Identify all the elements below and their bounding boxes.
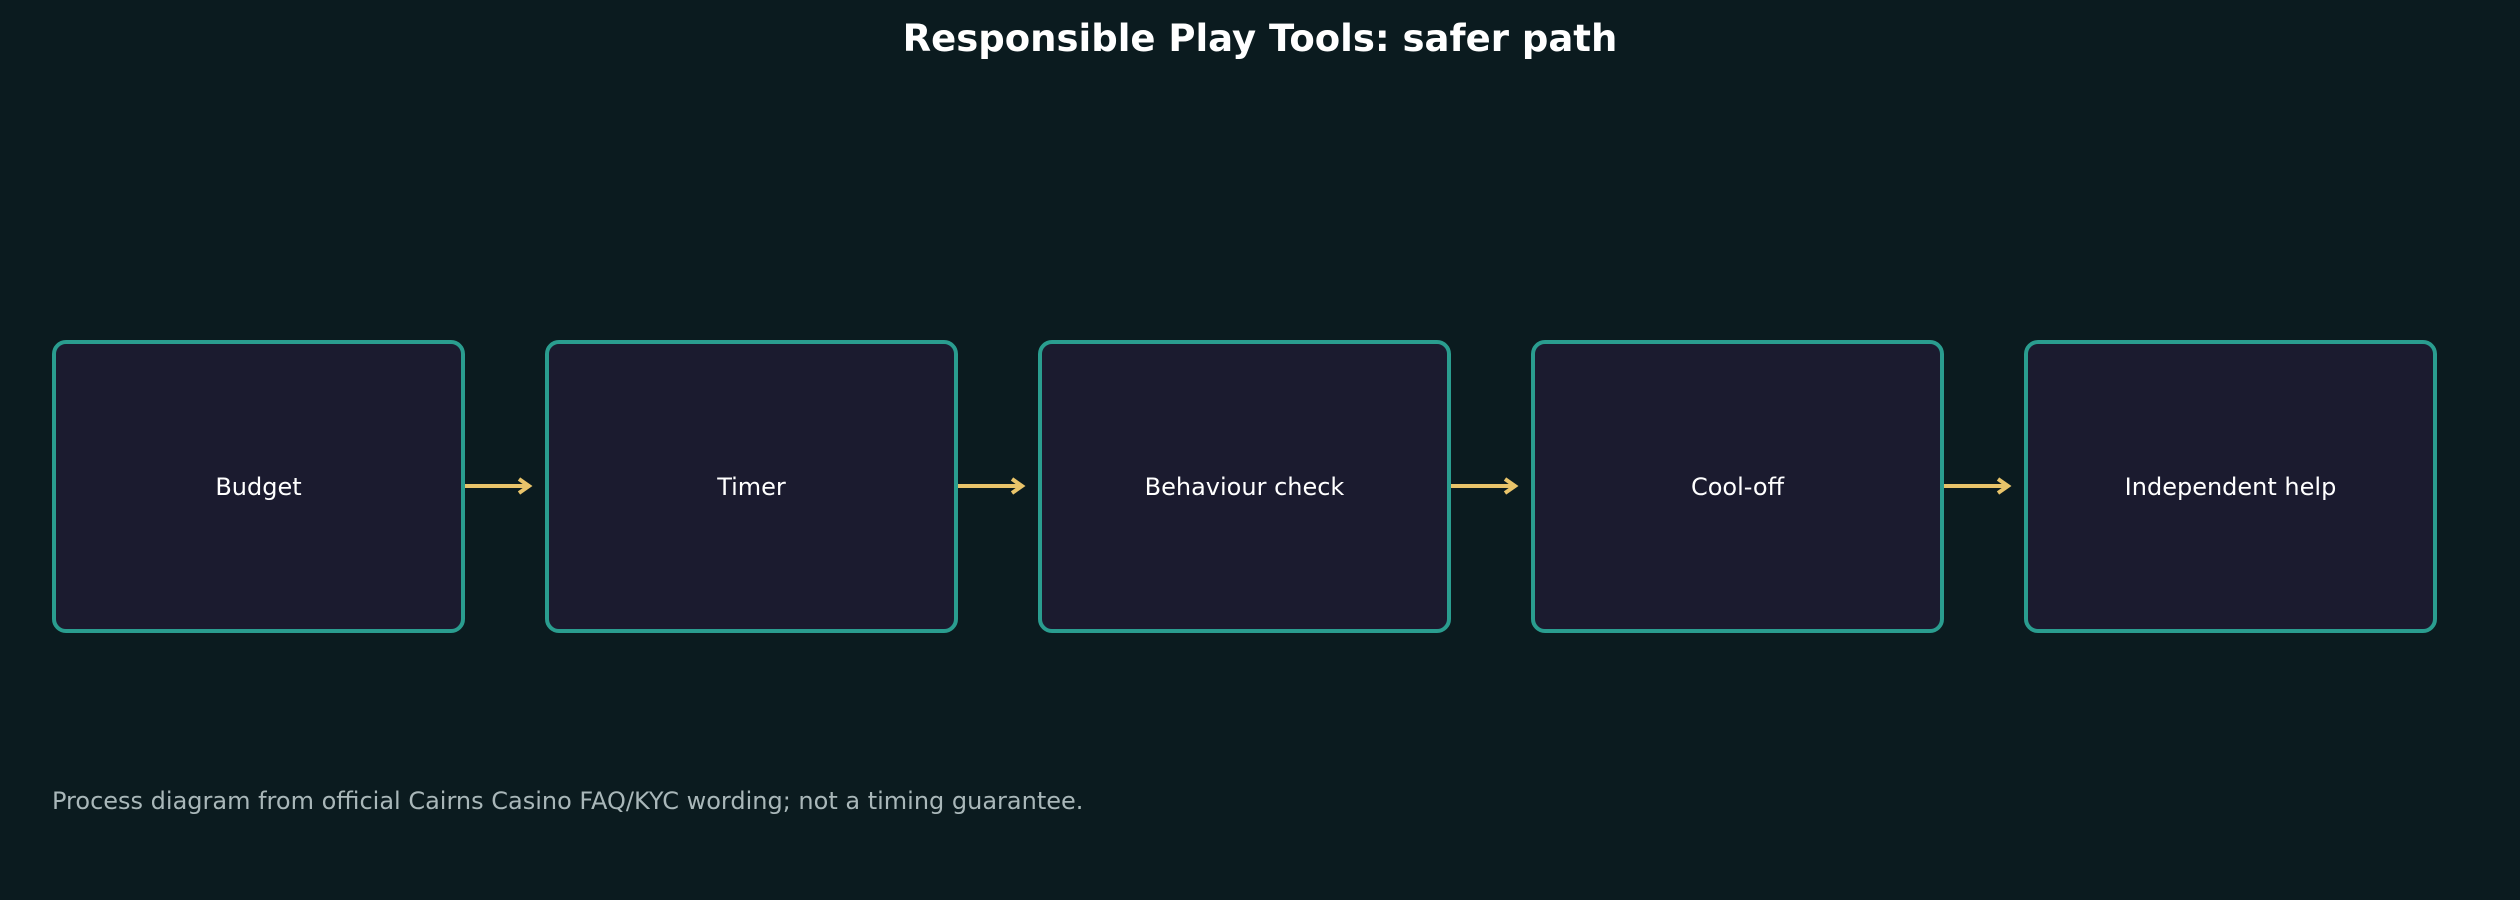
step-box-independent-help: Independent help <box>2024 340 2437 633</box>
step-label: Budget <box>215 472 302 501</box>
step-box-budget: Budget <box>52 340 465 633</box>
step-label: Cool-off <box>1690 472 1785 501</box>
flow-arrow-1 <box>465 477 533 495</box>
process-flow: Budget Timer Behaviour check Cool-off In… <box>0 0 2520 900</box>
step-box-cool-off: Cool-off <box>1531 340 1944 633</box>
flow-arrow-4 <box>1944 477 2012 495</box>
step-box-behaviour-check: Behaviour check <box>1038 340 1451 633</box>
step-label: Independent help <box>2124 472 2337 501</box>
step-label: Behaviour check <box>1144 472 1345 501</box>
flow-arrow-2 <box>958 477 1026 495</box>
footnote: Process diagram from official Cairns Cas… <box>52 787 1084 815</box>
flow-arrow-3 <box>1451 477 1519 495</box>
step-box-timer: Timer <box>545 340 958 633</box>
step-label: Timer <box>717 472 786 501</box>
